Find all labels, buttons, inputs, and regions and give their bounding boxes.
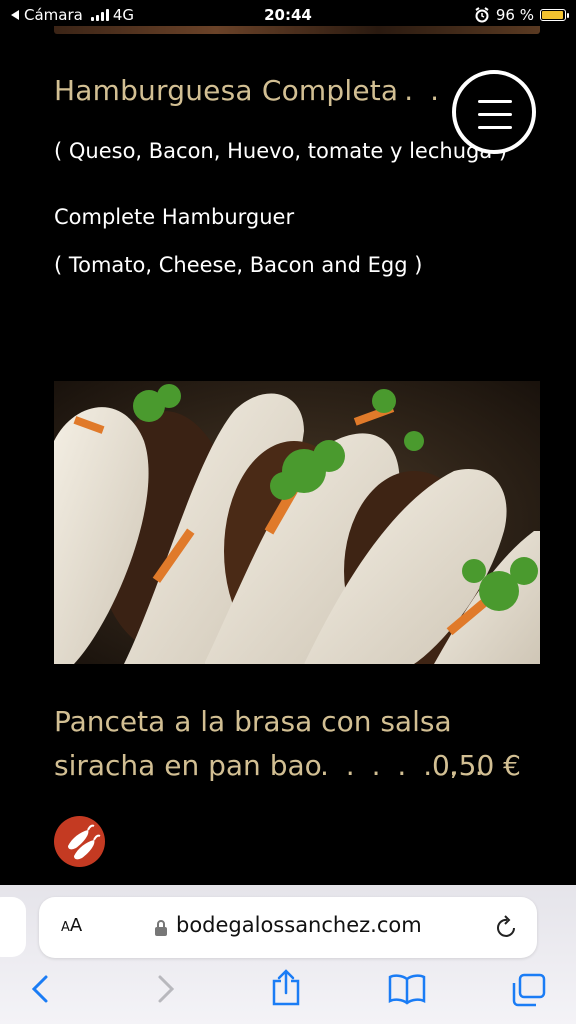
chili-icon — [68, 824, 101, 860]
url-text[interactable]: bodegalossanchez.com — [176, 913, 422, 937]
reload-icon[interactable] — [495, 914, 519, 940]
lock-icon — [155, 920, 167, 936]
status-right: 96 % — [474, 6, 569, 24]
forward-icon[interactable] — [154, 973, 176, 1005]
battery-icon — [540, 9, 569, 21]
address-bar[interactable]: AA bodegalossanchez.com — [39, 897, 537, 958]
item1-name-en: Complete Hamburguer — [54, 205, 295, 229]
browser-toolbar — [0, 963, 576, 1023]
bao-photo — [54, 381, 540, 664]
item2-price: 0,50 € — [431, 749, 521, 782]
item1-desc-es: ( Queso, Bacon, Huevo, tomate y lechuga … — [54, 139, 508, 163]
item1-desc-en: ( Tomato, Cheese, Bacon and Egg ) — [54, 253, 423, 277]
browser-chrome: AA bodegalossanchez.com — [0, 885, 576, 1024]
item1-title: Hamburguesa Completa — [54, 74, 399, 107]
previous-tab-card[interactable] — [0, 897, 26, 957]
battery-percent: 96 % — [495, 6, 534, 24]
bookmarks-icon[interactable] — [388, 973, 426, 1005]
item1-title-row: Hamburguesa Completa. . . 1 — [54, 74, 510, 107]
bao-illustration — [54, 381, 540, 664]
chili-badge — [54, 816, 105, 867]
back-icon[interactable] — [30, 973, 52, 1005]
text-size-button[interactable]: AA — [61, 915, 82, 936]
share-icon[interactable] — [270, 969, 302, 1007]
menu-button[interactable] — [452, 70, 536, 154]
alarm-icon — [475, 7, 489, 23]
previous-dish-image — [54, 26, 540, 34]
tabs-icon[interactable] — [510, 973, 546, 1007]
item2-title-line1: Panceta a la brasa con salsa — [54, 705, 452, 738]
